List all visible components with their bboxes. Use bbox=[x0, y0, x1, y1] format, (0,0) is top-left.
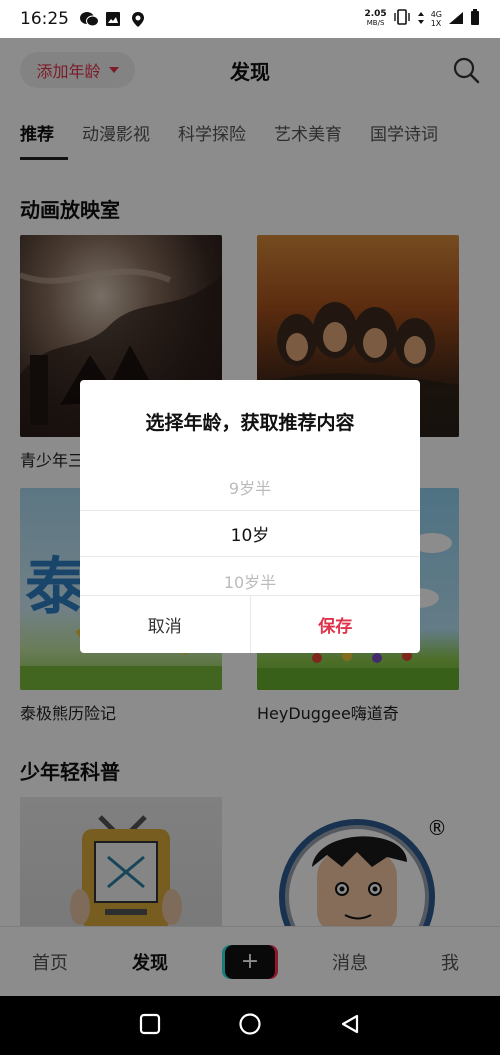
cancel-button[interactable]: 取消 bbox=[80, 596, 250, 653]
vibrate-icon bbox=[393, 9, 411, 29]
status-time: 16:25 bbox=[20, 9, 69, 29]
net-speed: 2.05 MB/S bbox=[364, 9, 387, 28]
dialog-actions: 取消 保存 bbox=[80, 595, 420, 653]
system-navigation-bar bbox=[0, 996, 500, 1055]
age-picker-dialog: 选择年龄，获取推荐内容 9岁半 10岁 10岁半 取消 保存 bbox=[80, 380, 420, 653]
age-option-selected[interactable]: 10岁 bbox=[80, 510, 420, 557]
save-button[interactable]: 保存 bbox=[249, 596, 421, 653]
back-triangle-icon[interactable] bbox=[339, 1013, 361, 1039]
recent-apps-icon[interactable] bbox=[139, 1013, 161, 1039]
battery-icon bbox=[470, 8, 480, 30]
data-arrows-icon bbox=[417, 10, 425, 29]
dialog-title: 选择年龄，获取推荐内容 bbox=[145, 412, 355, 434]
age-option[interactable]: 9岁半 bbox=[80, 463, 420, 510]
home-circle-icon[interactable] bbox=[238, 1012, 262, 1040]
network-type: 4G 1X bbox=[430, 10, 442, 28]
wechat-icon bbox=[79, 11, 99, 27]
location-icon bbox=[131, 11, 149, 27]
image-icon bbox=[105, 11, 123, 27]
status-bar: 16:25 2.05 MB/S 4G 1X bbox=[0, 0, 500, 38]
signal-icon bbox=[448, 10, 464, 29]
